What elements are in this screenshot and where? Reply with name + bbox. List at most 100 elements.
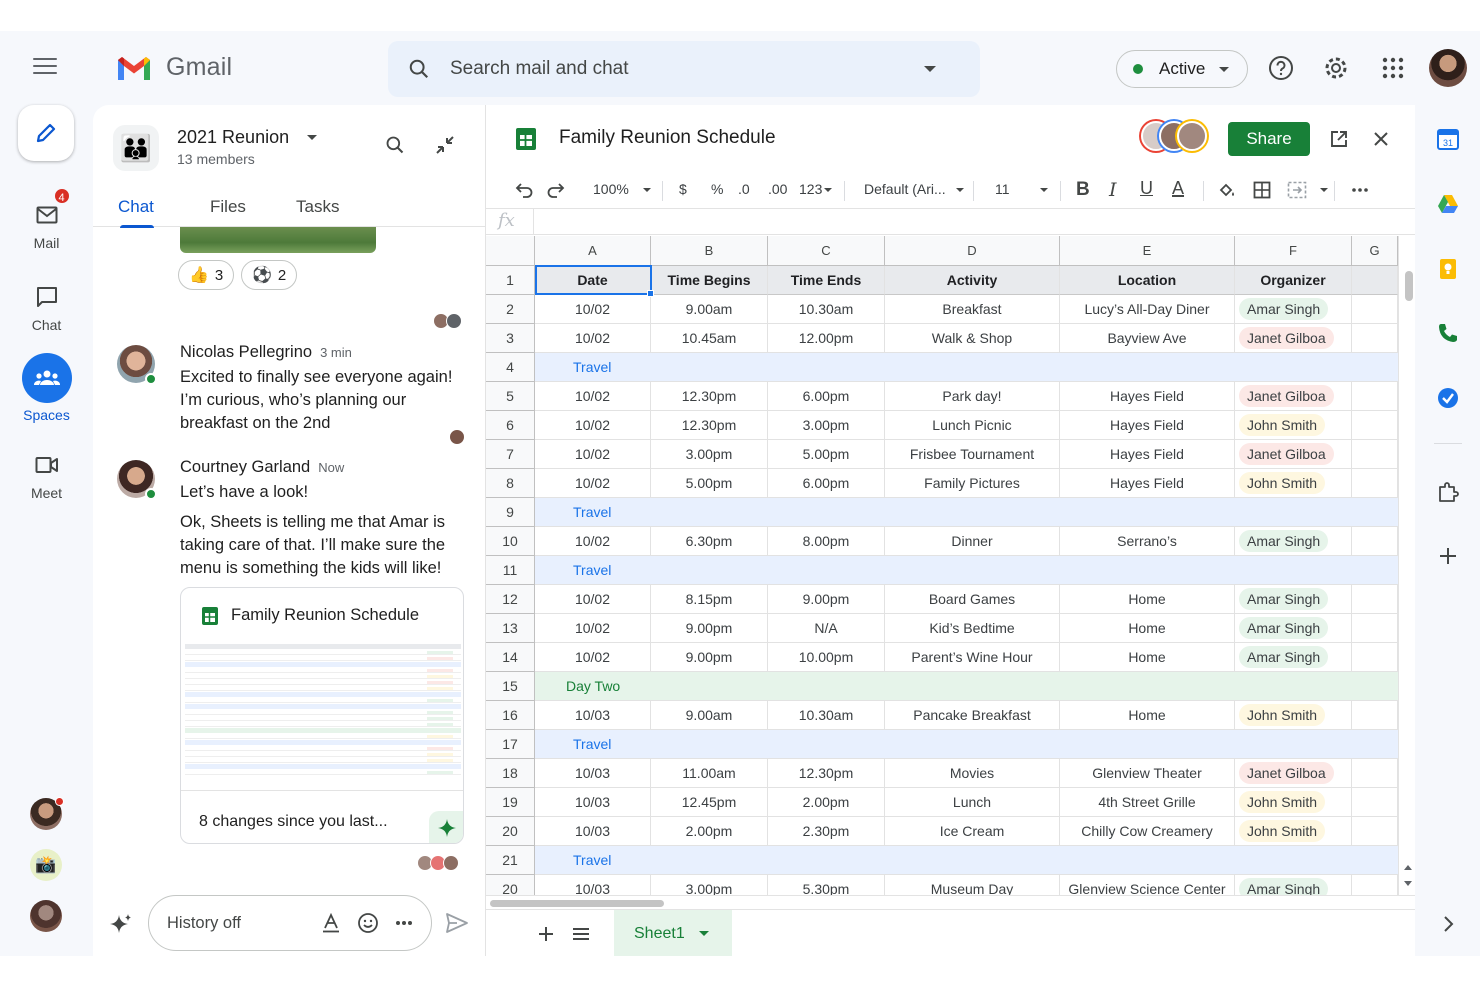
reaction-thumbs-up[interactable]: 👍 3 bbox=[178, 260, 235, 290]
table-cell[interactable]: 6.30pm bbox=[651, 527, 768, 556]
number-format-select[interactable]: 123 bbox=[799, 181, 833, 197]
table-cell[interactable]: 10/02 bbox=[535, 585, 651, 614]
table-cell[interactable] bbox=[1352, 817, 1398, 846]
table-cell[interactable]: 3.00pm bbox=[768, 411, 885, 440]
gemini-sparkle-icon[interactable] bbox=[109, 912, 133, 936]
row-header[interactable]: 11 bbox=[486, 556, 535, 585]
font-size-select[interactable]: 11 bbox=[995, 181, 1048, 197]
author-name[interactable]: Courtney Garland bbox=[180, 458, 310, 476]
travel-section-row[interactable]: Travel bbox=[535, 556, 1398, 585]
row-header[interactable]: 13 bbox=[486, 614, 535, 643]
table-cell[interactable]: Hayes Field bbox=[1060, 440, 1235, 469]
open-in-new-icon[interactable] bbox=[1329, 129, 1349, 149]
table-cell[interactable]: 10/02 bbox=[535, 614, 651, 643]
table-cell[interactable]: Amar Singh bbox=[1235, 585, 1352, 614]
settings-gear-icon[interactable] bbox=[1323, 55, 1349, 81]
table-cell[interactable]: 12.00pm bbox=[768, 324, 885, 353]
search-options-caret-icon[interactable] bbox=[924, 66, 936, 72]
table-cell[interactable]: 10/03 bbox=[535, 759, 651, 788]
header-cell[interactable]: Organizer bbox=[1235, 266, 1352, 295]
search-icon[interactable] bbox=[385, 135, 405, 155]
vertical-scrollbar[interactable] bbox=[1398, 236, 1415, 895]
row-header[interactable]: 16 bbox=[486, 701, 535, 730]
undo-icon[interactable] bbox=[515, 182, 533, 198]
chevron-right-icon[interactable] bbox=[1436, 912, 1460, 936]
add-icon[interactable] bbox=[1436, 544, 1460, 568]
more-options-icon[interactable] bbox=[395, 920, 413, 926]
row-header[interactable]: 9 bbox=[486, 498, 535, 527]
column-header[interactable]: G bbox=[1352, 236, 1398, 266]
table-cell[interactable]: 8.15pm bbox=[651, 585, 768, 614]
table-cell[interactable]: Movies bbox=[885, 759, 1060, 788]
tab-chat[interactable]: Chat bbox=[118, 197, 154, 217]
person-chip[interactable]: Janet Gilboa bbox=[1239, 762, 1334, 784]
table-cell[interactable]: 10/02 bbox=[535, 411, 651, 440]
chevron-down-icon[interactable] bbox=[1320, 188, 1328, 192]
row-header[interactable]: 18 bbox=[486, 759, 535, 788]
row-header[interactable]: 8 bbox=[486, 469, 535, 498]
header-cell[interactable]: Time Ends bbox=[768, 266, 885, 295]
tab-files[interactable]: Files bbox=[210, 197, 246, 217]
header-cell[interactable]: Activity bbox=[885, 266, 1060, 295]
table-cell[interactable]: Bayview Ave bbox=[1060, 324, 1235, 353]
column-header[interactable]: F bbox=[1235, 236, 1352, 266]
share-button[interactable]: Share bbox=[1228, 122, 1310, 156]
account-avatar[interactable] bbox=[1429, 49, 1467, 87]
table-cell[interactable]: Home bbox=[1060, 585, 1235, 614]
row-header[interactable]: 2 bbox=[486, 295, 535, 324]
table-cell[interactable] bbox=[1352, 701, 1398, 730]
table-cell[interactable]: Home bbox=[1060, 614, 1235, 643]
reaction-soccer-ball[interactable]: ⚽ 2 bbox=[241, 260, 298, 290]
table-cell[interactable]: 4th Street Grille bbox=[1060, 788, 1235, 817]
table-cell[interactable]: 9.00am bbox=[651, 701, 768, 730]
person-chip[interactable]: John Smith bbox=[1239, 704, 1326, 726]
table-cell[interactable] bbox=[1352, 614, 1398, 643]
table-cell[interactable]: Janet Gilboa bbox=[1235, 440, 1352, 469]
row-header[interactable]: 5 bbox=[486, 382, 535, 411]
table-cell[interactable]: Parent’s Wine Hour bbox=[885, 643, 1060, 672]
table-cell[interactable]: 10/03 bbox=[535, 701, 651, 730]
apps-grid-icon[interactable] bbox=[1380, 55, 1406, 81]
row-header[interactable]: 14 bbox=[486, 643, 535, 672]
header-cell[interactable]: Location bbox=[1060, 266, 1235, 295]
table-cell[interactable]: 12.30pm bbox=[651, 382, 768, 411]
row-header[interactable]: 20 bbox=[486, 875, 535, 895]
day-section-row[interactable]: Day Two bbox=[535, 672, 1398, 701]
underline-button[interactable]: U bbox=[1140, 178, 1153, 199]
row-header[interactable]: 20 bbox=[486, 817, 535, 846]
column-header[interactable]: B bbox=[651, 236, 768, 266]
row-header[interactable]: 17 bbox=[486, 730, 535, 759]
member-count[interactable]: 13 members bbox=[177, 151, 255, 167]
table-cell[interactable] bbox=[1352, 759, 1398, 788]
table-cell[interactable]: Lunch bbox=[885, 788, 1060, 817]
table-cell[interactable]: 2.00pm bbox=[651, 817, 768, 846]
increase-decimal-button[interactable]: .00 bbox=[768, 181, 787, 197]
table-cell[interactable] bbox=[1352, 411, 1398, 440]
table-cell[interactable]: Amar Singh bbox=[1235, 295, 1352, 324]
table-cell[interactable]: 10/02 bbox=[535, 643, 651, 672]
row-header[interactable]: 7 bbox=[486, 440, 535, 469]
table-cell[interactable]: Amar Singh bbox=[1235, 875, 1352, 895]
help-icon[interactable] bbox=[1268, 55, 1294, 81]
row-header[interactable]: 21 bbox=[486, 846, 535, 875]
table-cell[interactable] bbox=[1352, 527, 1398, 556]
text-color-button[interactable]: A bbox=[1172, 178, 1184, 199]
table-cell[interactable]: Ice Cream bbox=[885, 817, 1060, 846]
more-options-icon[interactable] bbox=[1351, 187, 1369, 193]
table-cell[interactable]: 12.45pm bbox=[651, 788, 768, 817]
table-cell[interactable] bbox=[1352, 643, 1398, 672]
table-cell[interactable]: Janet Gilboa bbox=[1235, 759, 1352, 788]
table-cell[interactable]: 3.00pm bbox=[651, 440, 768, 469]
merge-cells-icon[interactable] bbox=[1287, 181, 1307, 199]
tasks-icon[interactable] bbox=[1436, 386, 1460, 410]
add-sheet-icon[interactable] bbox=[538, 926, 554, 942]
keep-icon[interactable] bbox=[1436, 257, 1460, 281]
rail-item-meet[interactable]: Meet bbox=[0, 449, 93, 501]
table-cell[interactable]: 12.30pm bbox=[768, 759, 885, 788]
message-input[interactable] bbox=[167, 913, 307, 933]
table-cell[interactable]: Lucy’s All-Day Diner bbox=[1060, 295, 1235, 324]
send-icon[interactable] bbox=[445, 912, 469, 934]
table-cell[interactable]: 10.45am bbox=[651, 324, 768, 353]
italic-button[interactable]: I bbox=[1109, 179, 1117, 201]
table-cell[interactable] bbox=[1352, 324, 1398, 353]
